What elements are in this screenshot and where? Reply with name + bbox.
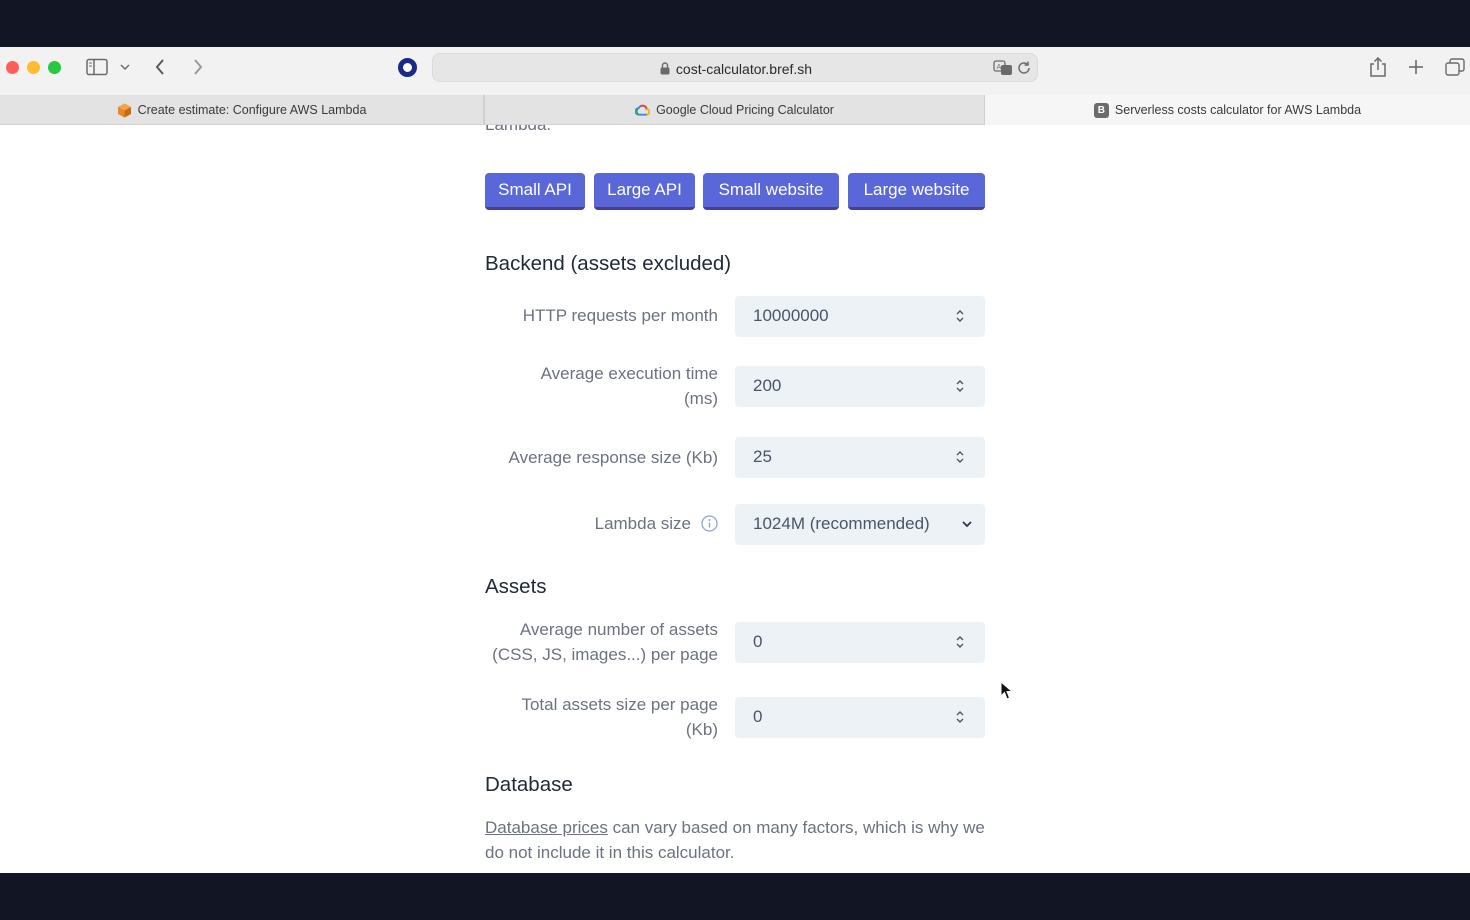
chevron-down-icon — [962, 521, 972, 528]
screen-bottom-border — [0, 873, 1470, 920]
mouse-cursor-icon — [1000, 681, 1014, 700]
assets-size-value: 0 — [753, 707, 763, 726]
sidebar-icon[interactable] — [86, 58, 108, 76]
preset-large-website-button[interactable]: Large website — [848, 173, 985, 210]
http-requests-input[interactable]: 10000000 — [735, 296, 985, 337]
http-requests-label: HTTP requests per month — [522, 306, 718, 325]
browser-toolbar: cost-calculator.bref.sh A — [0, 47, 1470, 95]
exec-time-label: Average execution time (ms) — [541, 361, 718, 411]
number-spinner-icon[interactable] — [955, 449, 965, 465]
assets-count-input[interactable]: 0 — [735, 622, 985, 663]
preset-small-website-button[interactable]: Small website — [703, 173, 839, 210]
browser-window: cost-calculator.bref.sh A Create estimat… — [0, 47, 1470, 873]
bref-b-icon: B — [1093, 102, 1109, 118]
exec-time-value: 200 — [753, 376, 782, 395]
lambda-size-label: Lambda size — [595, 511, 718, 539]
extension-ring-icon[interactable] — [397, 57, 417, 77]
number-spinner-icon[interactable] — [955, 308, 965, 324]
back-arrow-icon[interactable] — [150, 57, 170, 77]
lambda-size-select[interactable]: 1024M (recommended) — [735, 504, 985, 545]
preset-large-api-button[interactable]: Large API — [594, 173, 695, 210]
minimize-window-button[interactable] — [27, 61, 40, 74]
url-text: cost-calculator.bref.sh — [675, 61, 813, 77]
tab-label: Google Cloud Pricing Calculator — [656, 103, 834, 117]
tab-serverless-calculator[interactable]: B Serverless costs calculator for AWS La… — [985, 95, 1470, 125]
lambda-size-value: 1024M (recommended) — [753, 514, 930, 533]
screen-top-border — [0, 0, 1470, 47]
database-prices-link[interactable]: Database prices — [485, 818, 608, 837]
chevron-down-icon[interactable] — [117, 60, 133, 74]
address-bar[interactable]: cost-calculator.bref.sh A — [432, 53, 1038, 82]
assets-size-label-line-2: (Kb) — [685, 720, 718, 739]
close-window-button[interactable] — [6, 61, 19, 74]
tab-strip: Create estimate: Configure AWS Lambda Go… — [0, 95, 1470, 125]
tab-aws-estimate[interactable]: Create estimate: Configure AWS Lambda — [0, 95, 484, 125]
assets-section-title: Assets — [485, 575, 547, 598]
google-cloud-icon — [635, 103, 651, 118]
tab-label: Create estimate: Configure AWS Lambda — [137, 103, 367, 117]
database-section-title: Database — [485, 773, 573, 796]
assets-size-input[interactable]: 0 — [735, 697, 985, 738]
reload-icon[interactable] — [1016, 60, 1032, 76]
response-size-label: Average response size (Kb) — [508, 448, 718, 467]
database-description: Database prices can vary based on many f… — [485, 815, 985, 865]
tab-overview-icon[interactable] — [1444, 57, 1466, 77]
assets-count-label: Average number of assets (CSS, JS, image… — [492, 617, 718, 667]
exec-time-label-line-2: (ms) — [684, 389, 718, 408]
number-spinner-icon[interactable] — [955, 634, 965, 650]
page-content: Lambda. Small API Large API Small websit… — [0, 125, 1470, 873]
assets-size-label-line-1: Total assets size per page — [521, 695, 718, 714]
response-size-value: 25 — [753, 447, 772, 466]
tab-label: Serverless costs calculator for AWS Lamb… — [1114, 103, 1362, 117]
response-size-input[interactable]: 25 — [735, 437, 985, 478]
number-spinner-icon[interactable] — [955, 378, 965, 394]
assets-size-label: Total assets size per page (Kb) — [521, 692, 718, 742]
assets-count-label-line-2: (CSS, JS, images...) per page — [492, 645, 718, 664]
exec-time-label-line-1: Average execution time — [540, 364, 718, 383]
lock-icon — [660, 62, 670, 78]
preset-small-api-button[interactable]: Small API — [485, 173, 585, 210]
assets-count-label-line-1: Average number of assets — [519, 620, 718, 639]
svg-text:A: A — [997, 63, 1002, 71]
backend-section-title: Backend (assets excluded) — [485, 252, 732, 275]
plus-icon[interactable] — [1406, 57, 1426, 77]
cut-off-text: Lambda. — [485, 125, 551, 135]
http-requests-value: 10000000 — [753, 306, 829, 325]
lambda-size-label-text: Lambda size — [594, 514, 691, 533]
number-spinner-icon[interactable] — [955, 709, 965, 725]
translate-icon[interactable]: A — [993, 60, 1013, 76]
share-icon[interactable] — [1368, 56, 1388, 78]
info-icon[interactable] — [701, 514, 718, 539]
zoom-window-button[interactable] — [48, 61, 61, 74]
assets-count-value: 0 — [753, 632, 763, 651]
forward-arrow-icon[interactable] — [188, 57, 208, 77]
tab-google-pricing[interactable]: Google Cloud Pricing Calculator — [484, 95, 985, 125]
aws-cube-icon — [117, 103, 132, 118]
exec-time-input[interactable]: 200 — [735, 366, 985, 407]
